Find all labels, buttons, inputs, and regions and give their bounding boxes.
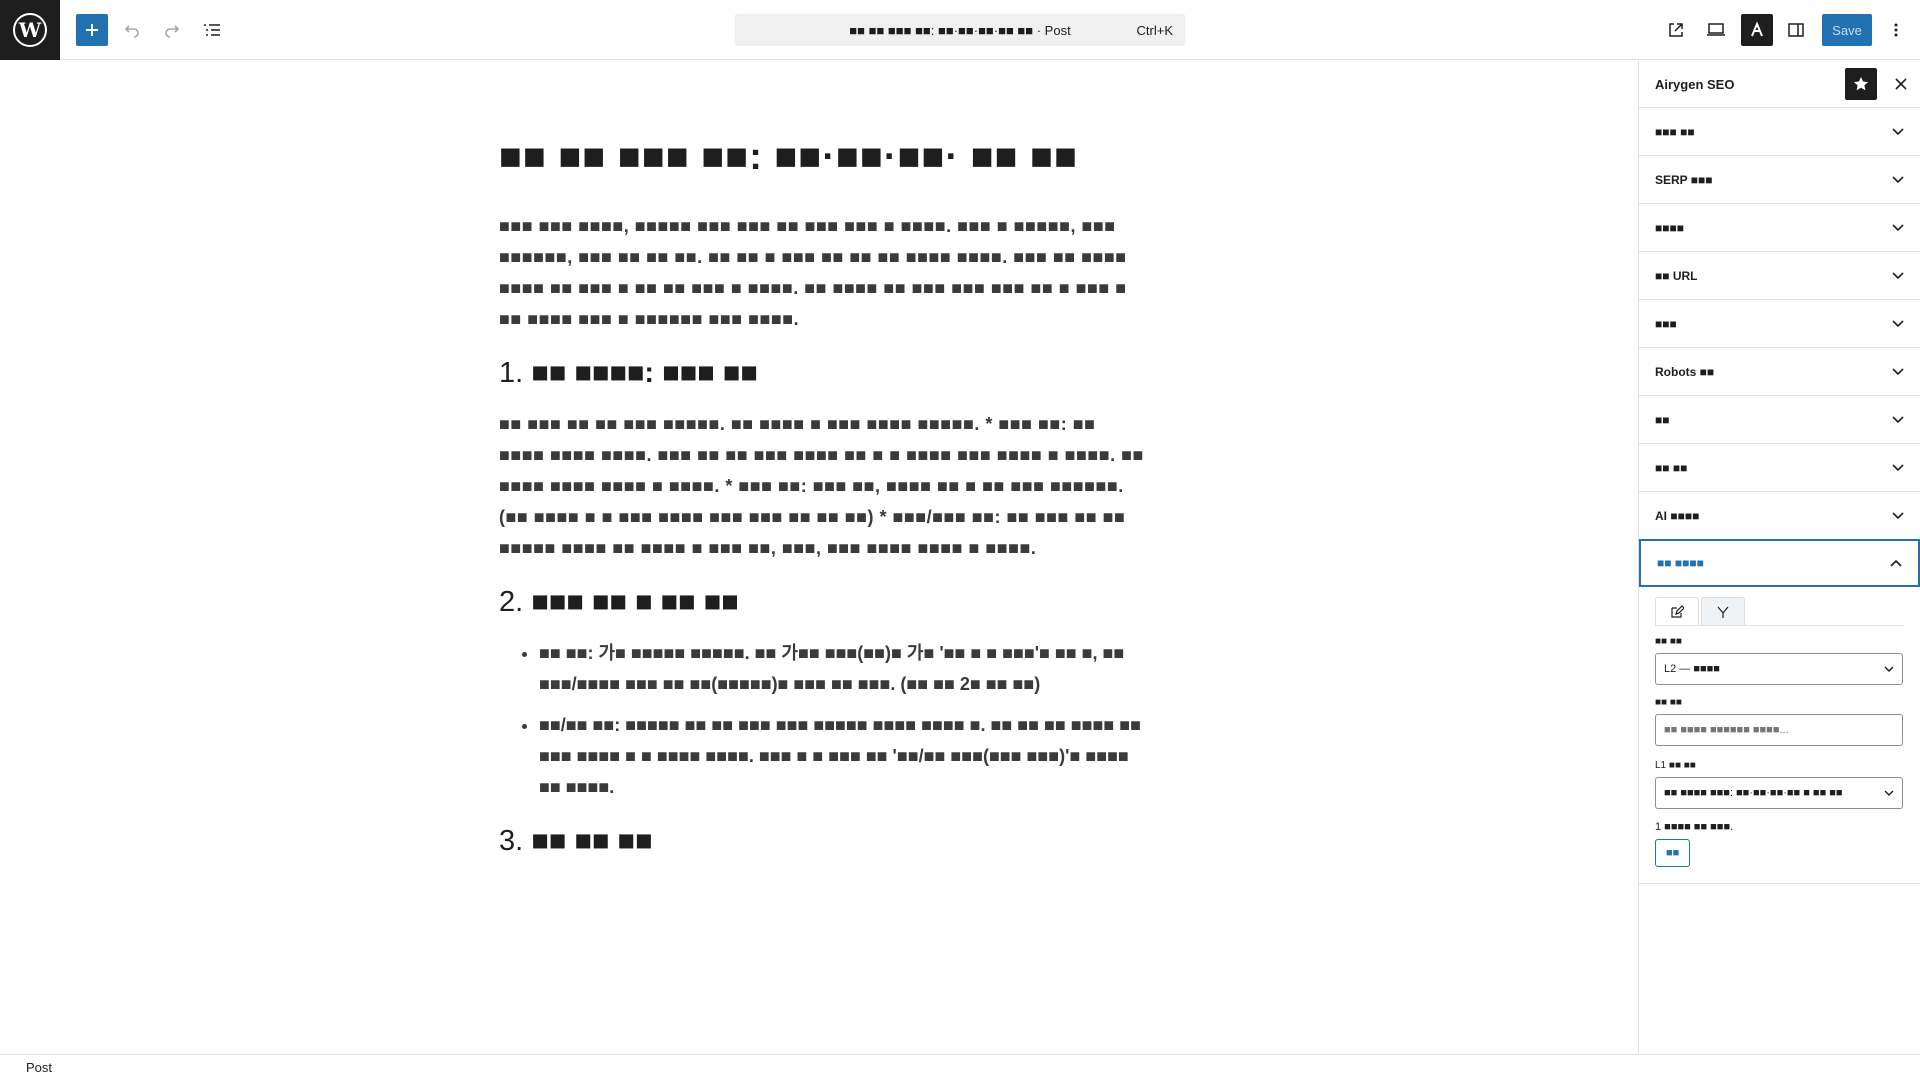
panel-8[interactable]: ■■ ■■ xyxy=(1639,443,1920,491)
panel-label: ■■ URL xyxy=(1655,268,1698,283)
paragraph-block[interactable]: ■■■ ■■■ ■■■■, ■■■■■ ■■■ ■■■ ■■ ■■■ ■■■ ■… xyxy=(499,211,1144,335)
hierarchy-icon xyxy=(1717,606,1729,618)
document-title: ■■ ■■ ■■■ ■■: ■■·■■·■■·■■ ■■ · Post xyxy=(849,22,1071,38)
panel-label: ■■■■ xyxy=(1655,220,1684,235)
editor-toolbar: W ■■ ■■ ■■■ ■■: ■■·■■·■■·■■ ■■ · Post Ct… xyxy=(0,0,1920,60)
chevron-down-icon xyxy=(1892,127,1904,135)
svg-text:W: W xyxy=(18,18,42,42)
panel-3[interactable]: ■■■■ xyxy=(1639,203,1920,251)
plugin-sidebar: Airygen SEO ■■■ ■■ SERP ■■■ ■■■■ ■■ URL … xyxy=(1638,61,1920,1054)
add-block-button[interactable] xyxy=(76,14,108,46)
panel-open[interactable]: ■■ ■■■■ xyxy=(1639,539,1920,587)
undo-icon xyxy=(124,25,139,38)
close-icon xyxy=(1895,78,1907,90)
breadcrumb-footer: Post xyxy=(0,1054,1920,1080)
chevron-down-icon xyxy=(1892,511,1904,519)
select-value: ■■ ■■■■ ■■■: ■■·■■·■■·■■ ■ ■■ ■■ xyxy=(1664,787,1843,799)
sidebar-header: Airygen SEO xyxy=(1639,61,1920,107)
status-text: 1 ■■■■ ■■ ■■■. xyxy=(1655,821,1734,833)
sidebar-toggle-icon xyxy=(1788,23,1804,37)
list-block[interactable]: ■■ ■■: 가■ ■■■■■ ■■■■■. ■■ 가■■ ■■■(■■)■ 가… xyxy=(539,638,1144,803)
panel-label: SERP ■■■ xyxy=(1655,172,1713,187)
redo-icon xyxy=(165,25,180,38)
panel-7[interactable]: ■■ xyxy=(1639,395,1920,443)
panel-label: ■■ xyxy=(1655,412,1670,427)
panel-tabs xyxy=(1655,597,1904,626)
plus-icon xyxy=(86,24,98,36)
chevron-down-icon xyxy=(1892,271,1904,279)
chevron-down-icon xyxy=(1892,367,1904,375)
heading-number: 2. xyxy=(499,586,524,618)
chevron-down-icon xyxy=(1892,415,1904,423)
sidebar-title: Airygen SEO xyxy=(1655,76,1735,92)
desktop-icon xyxy=(1707,23,1725,36)
panel-body: ■■ ■■ L2 — ■■■■ ■■ ■■ L1 ■■ ■■ ■■ ■■■■ ■… xyxy=(1639,587,1920,884)
preview-device-button[interactable] xyxy=(1700,14,1732,46)
panel-label: AI ■■■■ xyxy=(1655,508,1700,523)
apply-button[interactable]: ■■ xyxy=(1655,839,1691,867)
field-label: ■■ ■■ xyxy=(1655,697,1682,708)
save-button[interactable]: Save xyxy=(1822,14,1872,46)
external-link-icon xyxy=(1669,23,1683,37)
select-value: L2 — ■■■■ xyxy=(1664,663,1720,675)
panel-ai[interactable]: AI ■■■■ xyxy=(1639,491,1920,539)
view-post-button[interactable] xyxy=(1660,14,1692,46)
panel-url[interactable]: ■■ URL xyxy=(1639,251,1920,299)
airygen-plugin-button[interactable] xyxy=(1741,14,1773,46)
post-content: ■■ ■■ ■■■ ■■: ■■·■■·■■· ■■ ■■ ■■■ ■■■ ■■… xyxy=(499,131,1144,877)
panel-label: Robots ■■ xyxy=(1655,364,1715,379)
panel-robots[interactable]: Robots ■■ xyxy=(1639,347,1920,395)
heading-block[interactable]: 1. ■■ ■■■■: ■■■ ■■ xyxy=(499,353,1144,393)
field-label: ■■ ■■ xyxy=(1655,636,1682,647)
panel-label: ■■■ ■■ xyxy=(1655,124,1695,139)
panel-serp-preview[interactable]: SERP ■■■ xyxy=(1639,155,1920,203)
chevron-down-icon xyxy=(1892,463,1904,471)
editor-canvas: ■■ ■■ ■■■ ■■: ■■·■■·■■· ■■ ■■ ■■■ ■■■ ■■… xyxy=(0,61,1638,1054)
breadcrumb-item[interactable]: Post xyxy=(26,1060,52,1075)
wordpress-logo-icon[interactable]: W xyxy=(0,0,60,60)
command-palette-bar[interactable]: ■■ ■■ ■■■ ■■: ■■·■■·■■·■■ ■■ · Post Ctrl… xyxy=(735,14,1185,46)
parent-select[interactable]: ■■ ■■■■ ■■■: ■■·■■·■■·■■ ■ ■■ ■■ xyxy=(1655,777,1903,809)
search-field[interactable] xyxy=(1655,714,1903,746)
chevron-down-icon xyxy=(1892,223,1904,231)
panel-5[interactable]: ■■■ xyxy=(1639,299,1920,347)
heading-text: ■■ ■■■■: ■■■ ■■ xyxy=(531,357,758,389)
heading-block[interactable]: 2. ■■■ ■■ ■ ■■ ■■ xyxy=(499,582,1144,622)
redo-button[interactable] xyxy=(156,14,188,46)
heading-number: 3. xyxy=(499,825,524,857)
airygen-logo-icon xyxy=(1751,21,1763,37)
pin-button[interactable] xyxy=(1845,68,1877,100)
list-view-icon xyxy=(204,24,220,36)
tab-hierarchy[interactable] xyxy=(1701,597,1745,625)
list-item[interactable]: ■■ ■■: 가■ ■■■■■ ■■■■■. ■■ 가■■ ■■■(■■)■ 가… xyxy=(539,638,1144,700)
heading-text: ■■■ ■■ ■ ■■ ■■ xyxy=(531,586,739,618)
heading-block[interactable]: 3. ■■ ■■ ■■ xyxy=(499,821,1144,861)
paragraph-block[interactable]: ■■ ■■■ ■■ ■■ ■■■ ■■■■■. ■■ ■■■■ ■ ■■■ ■■… xyxy=(499,409,1144,564)
panel-label: ■■■ xyxy=(1655,316,1677,331)
shortcut-hint: Ctrl+K xyxy=(1136,23,1173,38)
level-select[interactable]: L2 — ■■■■ xyxy=(1655,653,1903,685)
list-item[interactable]: ■■/■■ ■■: ■■■■■ ■■ ■■ ■■■ ■■■ ■■■■■ ■■■■… xyxy=(539,710,1144,803)
field-label: L1 ■■ ■■ xyxy=(1655,760,1696,771)
undo-button[interactable] xyxy=(116,14,148,46)
panel-label: ■■ ■■■■ xyxy=(1657,556,1704,570)
tab-edit[interactable] xyxy=(1655,597,1699,625)
close-sidebar-button[interactable] xyxy=(1885,68,1917,100)
edit-icon xyxy=(1671,604,1684,618)
chevron-down-icon xyxy=(1892,319,1904,327)
chevron-down-icon xyxy=(1884,666,1894,672)
star-icon xyxy=(1854,77,1868,91)
options-menu-button[interactable] xyxy=(1880,14,1912,46)
post-title[interactable]: ■■ ■■ ■■■ ■■: ■■·■■·■■· ■■ ■■ xyxy=(499,131,1144,183)
heading-number: 1. xyxy=(499,357,524,389)
panel-basic-info[interactable]: ■■■ ■■ xyxy=(1639,107,1920,155)
settings-sidebar-button[interactable] xyxy=(1780,14,1812,46)
chevron-down-icon xyxy=(1884,790,1894,796)
chevron-down-icon xyxy=(1892,175,1904,183)
panel-label: ■■ ■■ xyxy=(1655,460,1688,475)
heading-text: ■■ ■■ ■■ xyxy=(531,825,653,857)
more-vertical-icon xyxy=(1894,23,1898,37)
document-overview-button[interactable] xyxy=(196,14,228,46)
chevron-up-icon xyxy=(1890,559,1902,567)
